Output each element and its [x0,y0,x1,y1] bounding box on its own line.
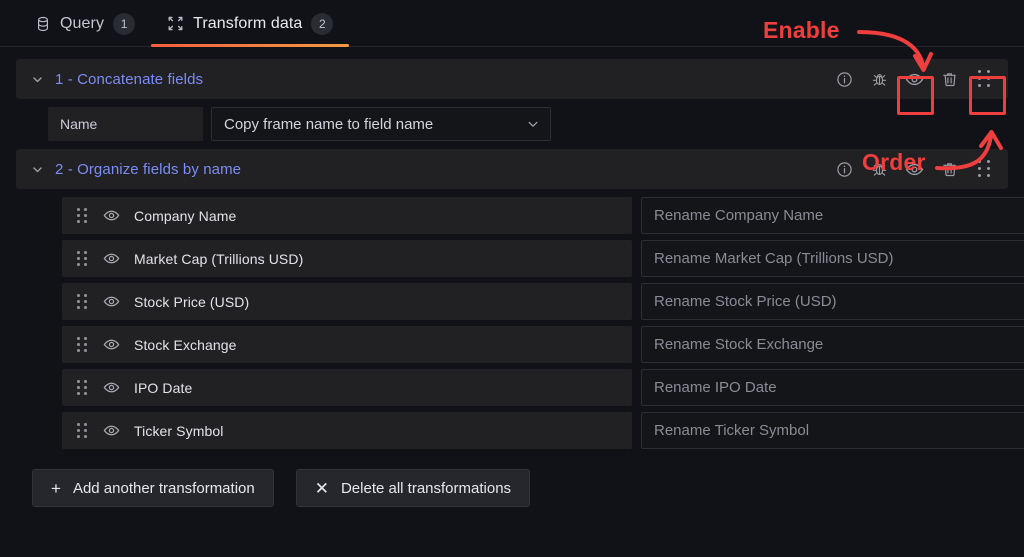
organize-field-row: Stock Price (USD) [16,283,1008,320]
delete-all-transformations-button[interactable]: ✕ Delete all transformations [296,469,530,507]
organize-field-rename-input[interactable] [641,283,1024,320]
organize-field-row: Stock Exchange [16,326,1008,363]
eye-icon[interactable] [102,293,120,311]
organize-field-row: IPO Date [16,369,1008,406]
organize-field-rename-input[interactable] [641,197,1024,234]
tab-query-label: Query [60,15,104,33]
drag-handle-icon[interactable] [76,251,88,266]
organize-field-rename-input[interactable] [641,240,1024,277]
plus-icon: + [51,480,61,497]
organize-field-row: Company Name [16,197,1008,234]
info-icon[interactable] [834,69,854,89]
name-option-label: Name [48,107,203,141]
annotation-order-label: Order [862,149,926,176]
organize-field-left: Stock Price (USD) [62,283,632,320]
trash-icon[interactable] [939,69,959,89]
concatenate-name-row: Name Copy frame name to field name [48,107,1008,141]
eye-icon[interactable] [102,336,120,354]
trash-icon[interactable] [939,159,959,179]
drag-handle-icon[interactable] [76,294,88,309]
active-tab-indicator [151,44,349,47]
eye-icon[interactable] [102,250,120,268]
organize-field-left: Company Name [62,197,632,234]
organize-field-left: Ticker Symbol [62,412,632,449]
eye-icon[interactable] [102,379,120,397]
organize-field-name: Market Cap (Trillions USD) [134,251,303,267]
transformation-card-2: 2 - Organize fields by name [16,149,1008,449]
drag-handle-icon[interactable] [76,337,88,352]
transformation-card-1: 1 - Concatenate fields [16,59,1008,149]
drag-handle-icon[interactable] [974,159,994,179]
organize-field-row: Market Cap (Trillions USD) [16,240,1008,277]
debug-bug-icon[interactable] [869,69,889,89]
chevron-down-icon[interactable] [30,162,44,176]
annotation-enable-label: Enable [763,17,840,44]
close-x-icon: ✕ [315,480,329,497]
chevron-down-icon[interactable] [30,72,44,86]
transform-icon [167,15,184,32]
transformation-2-header[interactable]: 2 - Organize fields by name [16,149,1008,189]
tab-query[interactable]: Query 1 [18,0,151,47]
transformation-1-title[interactable]: 1 - Concatenate fields [55,71,203,88]
chevron-down-icon [526,117,540,131]
organize-fields-list: Company Name Market Cap (Trillions USD) St… [16,189,1008,449]
organize-field-name: IPO Date [134,380,192,396]
organize-field-rename-input[interactable] [641,369,1024,406]
drag-handle-icon[interactable] [76,380,88,395]
eye-icon[interactable] [904,69,924,89]
tab-query-badge: 1 [113,13,135,35]
drag-handle-icon[interactable] [76,208,88,223]
organize-field-left: Stock Exchange [62,326,632,363]
organize-field-left: Market Cap (Trillions USD) [62,240,632,277]
tab-transform-data-badge: 2 [311,13,333,35]
organize-field-name: Stock Price (USD) [134,294,249,310]
organize-field-name: Ticker Symbol [134,423,223,439]
transformations-editor: 1 - Concatenate fields [0,47,1024,507]
transformations-footer: + Add another transformation ✕ Delete al… [16,455,1008,507]
organize-field-name: Stock Exchange [134,337,237,353]
transformation-1-body: Name Copy frame name to field name [16,99,1008,149]
info-icon[interactable] [834,159,854,179]
eye-icon[interactable] [102,207,120,225]
organize-field-rename-input[interactable] [641,412,1024,449]
transformation-1-actions [834,69,998,89]
eye-icon[interactable] [102,422,120,440]
tab-transform-data[interactable]: Transform data 2 [151,0,349,47]
delete-all-transformations-label: Delete all transformations [341,480,511,497]
add-another-transformation-label: Add another transformation [73,480,255,497]
editor-tab-bar: Query 1 Transform data 2 [0,0,1024,47]
organize-field-left: IPO Date [62,369,632,406]
name-option-select[interactable]: Copy frame name to field name [211,107,551,141]
tab-transform-data-label: Transform data [193,15,302,33]
organize-field-name: Company Name [134,208,236,224]
transformation-1-header[interactable]: 1 - Concatenate fields [16,59,1008,99]
organize-field-row: Ticker Symbol [16,412,1008,449]
transformation-2-title[interactable]: 2 - Organize fields by name [55,161,241,178]
organize-field-rename-input[interactable] [641,326,1024,363]
add-another-transformation-button[interactable]: + Add another transformation [32,469,274,507]
name-option-value: Copy frame name to field name [224,116,433,133]
database-icon [34,15,51,32]
drag-handle-icon[interactable] [76,423,88,438]
drag-handle-icon[interactable] [974,69,994,89]
